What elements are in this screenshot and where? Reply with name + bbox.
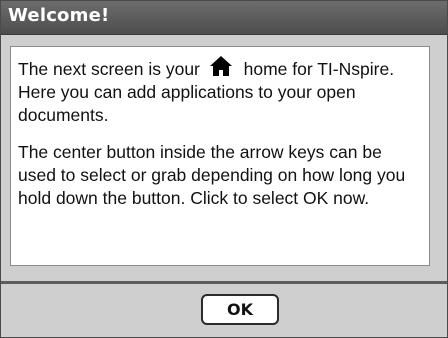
dialog-separator: [1, 281, 447, 284]
dialog-titlebar: Welcome!: [1, 1, 447, 35]
dialog-title: Welcome!: [8, 5, 110, 26]
message-paragraph-1: The next screen is your home for TI-Nspi…: [18, 55, 422, 127]
home-icon: [209, 55, 233, 77]
message-paragraph-2: The center button inside the arrow keys …: [18, 142, 406, 208]
welcome-dialog: Welcome! The next screen is your home fo…: [0, 0, 448, 338]
ok-button[interactable]: OK: [201, 294, 279, 325]
message-text-before-icon: The next screen is your: [18, 59, 200, 79]
dialog-message-box: The next screen is your home for TI-Nspi…: [10, 46, 430, 266]
